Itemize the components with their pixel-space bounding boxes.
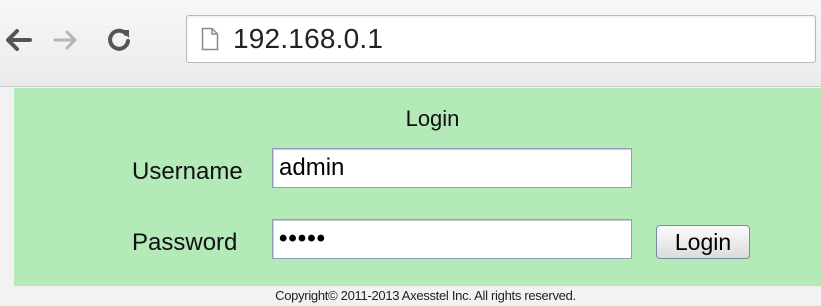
address-bar[interactable]: 192.168.0.1 bbox=[186, 15, 816, 63]
username-field[interactable]: admin bbox=[272, 148, 632, 188]
back-arrow-icon bbox=[6, 29, 32, 51]
login-title: Login bbox=[405, 106, 460, 131]
page-icon bbox=[201, 27, 219, 51]
forward-arrow-icon bbox=[52, 29, 78, 51]
copyright-text: Copyright© 2011-2013 Axesstel Inc. All r… bbox=[275, 288, 576, 303]
forward-button[interactable] bbox=[50, 22, 80, 58]
back-button[interactable] bbox=[4, 22, 34, 58]
reload-button[interactable] bbox=[104, 22, 134, 58]
url-text[interactable]: 192.168.0.1 bbox=[233, 23, 383, 55]
username-label: Username bbox=[132, 158, 243, 185]
browser-toolbar: 192.168.0.1 bbox=[0, 0, 821, 87]
login-button[interactable]: Login bbox=[656, 225, 750, 259]
password-label: Password bbox=[132, 229, 238, 256]
login-panel: Login Username admin Password ••••• Logi… bbox=[14, 88, 821, 286]
password-field[interactable]: ••••• bbox=[272, 219, 632, 259]
reload-icon bbox=[106, 27, 132, 53]
